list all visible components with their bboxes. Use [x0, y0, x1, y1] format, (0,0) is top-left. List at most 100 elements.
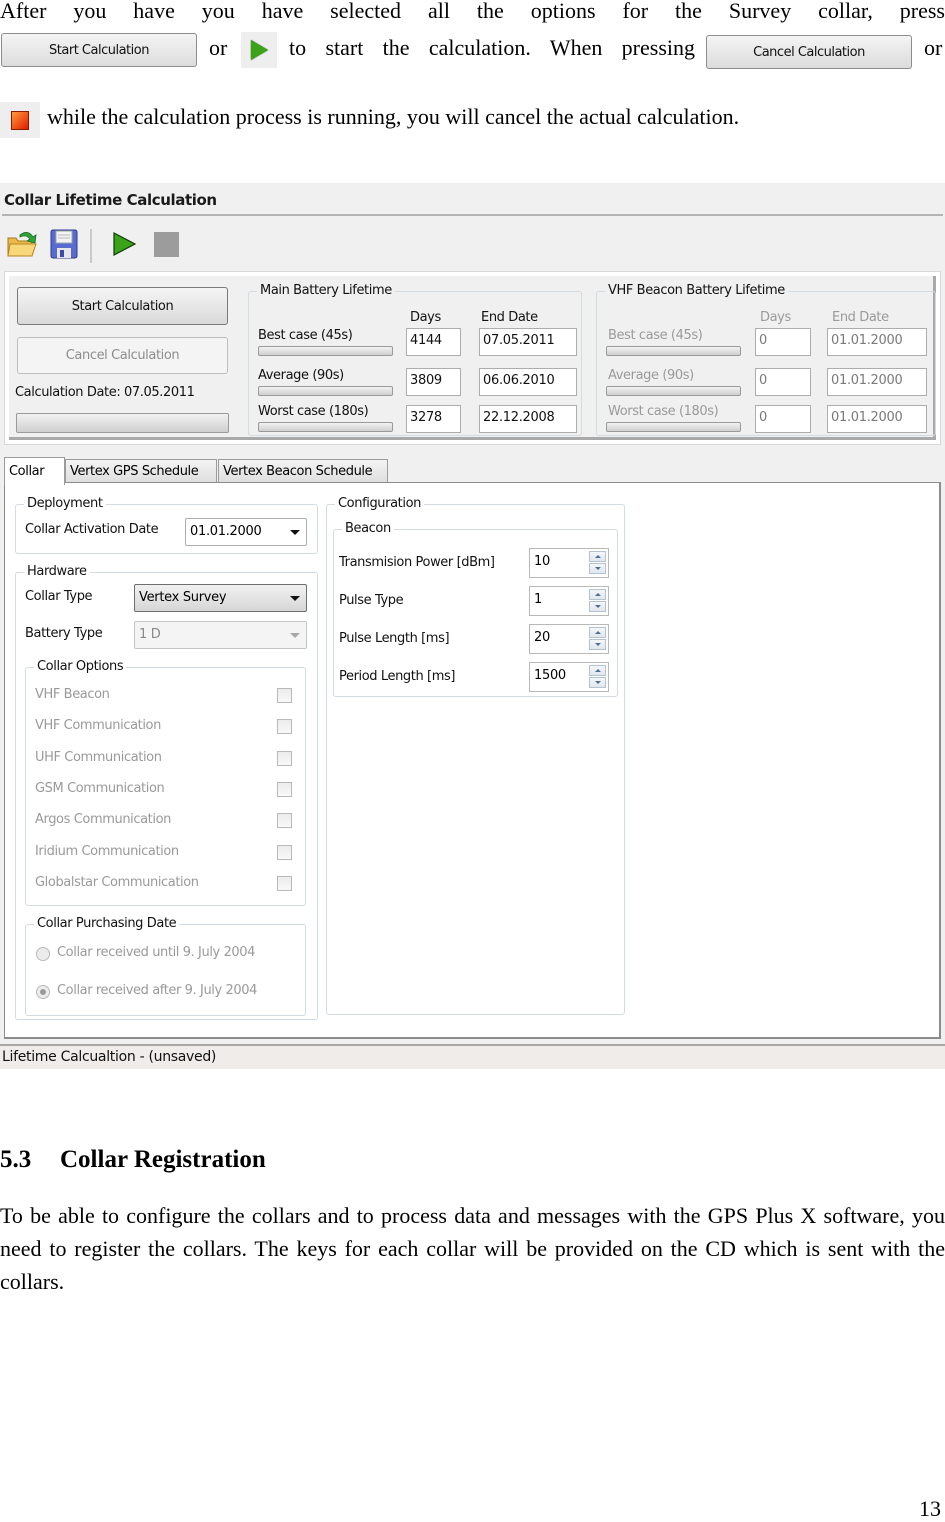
vhf-battery-group: VHF Beacon Battery Lifetime Days End Dat…: [596, 283, 936, 436]
option-iridium-communication-label: Iridium Communication: [35, 844, 179, 859]
pulse-type-label: Pulse Type: [339, 593, 404, 608]
start-calculation-button-image: Start Calculation: [1, 33, 197, 67]
save-icon[interactable]: [47, 227, 81, 261]
vhf-average-label: Average (90s): [608, 368, 694, 383]
option-iridium-communication-checkbox[interactable]: [277, 845, 292, 860]
intro-line-1: After you have you have selected all the…: [0, 0, 945, 23]
option-vhf-beacon-label: VHF Beacon: [35, 687, 110, 702]
results-panel: Start Calculation Cancel Calculation Cal…: [4, 271, 941, 445]
status-text: Lifetime Calcualtion - (unsaved): [2, 1049, 217, 1065]
collar-type-select[interactable]: Vertex Survey: [134, 584, 307, 612]
vhf-worst-case-end-date[interactable]: 01.01.2000: [827, 405, 927, 433]
tab-bar: Collar Vertex GPS Schedule Vertex Beacon…: [4, 457, 604, 485]
chevron-down-icon: [290, 596, 300, 601]
pulse-type-value: 1: [534, 592, 542, 607]
pulse-length-spinner[interactable]: 20: [529, 624, 609, 654]
vhf-average-days[interactable]: 0: [755, 368, 811, 396]
intro-or-1: or: [209, 35, 228, 60]
option-uhf-communication-label: UHF Communication: [35, 750, 162, 765]
vhf-battery-title: VHF Beacon Battery Lifetime: [605, 283, 788, 298]
period-length-spinner[interactable]: 1500: [529, 662, 609, 692]
spin-down-icon[interactable]: [589, 677, 606, 688]
vhf-average-end-date[interactable]: 01.01.2000: [827, 368, 927, 396]
option-vhf-beacon-checkbox[interactable]: [277, 688, 292, 703]
spin-down-icon[interactable]: [589, 563, 606, 574]
activation-date-picker[interactable]: 01.01.2000: [185, 518, 307, 546]
period-length-label: Period Length [ms]: [339, 669, 456, 684]
vhf-end-date-header: End Date: [832, 310, 889, 325]
tab-collar[interactable]: Collar: [4, 457, 65, 485]
section-number: 5.3: [0, 1146, 32, 1173]
received-after-label: Collar received after 9. July 2004: [57, 983, 258, 998]
toolbar: [0, 219, 945, 265]
average-end-date[interactable]: 06.06.2010: [479, 368, 577, 396]
received-after-radio[interactable]: [36, 985, 50, 999]
collar-tab-panel: Deployment Collar Activation Date 01.01.…: [4, 482, 941, 1039]
collar-type-value: Vertex Survey: [139, 590, 227, 605]
end-date-header: End Date: [481, 310, 538, 325]
average-progress: [258, 386, 393, 396]
vhf-worst-case-progress: [606, 422, 741, 432]
vhf-best-case-days[interactable]: 0: [755, 328, 811, 356]
vhf-days-header: Days: [760, 310, 791, 325]
pulse-length-label: Pulse Length [ms]: [339, 631, 450, 646]
spin-up-icon[interactable]: [589, 665, 606, 676]
beacon-title: Beacon: [342, 521, 394, 536]
worst-case-end-date[interactable]: 22.12.2008: [479, 405, 577, 433]
chevron-down-icon: [290, 530, 300, 535]
section-title: Collar Registration: [60, 1146, 266, 1173]
start-calculation-button[interactable]: Start Calculation: [17, 287, 228, 325]
spin-down-icon[interactable]: [589, 639, 606, 650]
option-globalstar-communication-checkbox[interactable]: [277, 876, 292, 891]
spin-up-icon[interactable]: [589, 627, 606, 638]
transmission-power-value: 10: [534, 554, 550, 569]
hardware-title: Hardware: [24, 564, 90, 579]
spin-up-icon[interactable]: [589, 551, 606, 562]
best-case-end-date[interactable]: 07.05.2011: [479, 328, 577, 356]
configuration-title: Configuration: [335, 496, 424, 511]
main-battery-group: Main Battery Lifetime Days End Date Best…: [248, 283, 582, 436]
stop-icon[interactable]: [149, 227, 183, 261]
pulse-length-value: 20: [534, 630, 550, 645]
days-header: Days: [410, 310, 441, 325]
transmission-power-spinner[interactable]: 10: [529, 548, 609, 578]
option-argos-communication-checkbox[interactable]: [277, 813, 292, 828]
option-vhf-communication-checkbox[interactable]: [277, 719, 292, 734]
vhf-worst-case-days[interactable]: 0: [755, 405, 811, 433]
play-icon[interactable]: [107, 227, 141, 261]
open-folder-icon[interactable]: [5, 227, 39, 261]
collar-lifetime-window: Collar Lifetime Calculation Start Calcul…: [0, 183, 945, 1069]
tab-vertex-gps-schedule[interactable]: Vertex GPS Schedule: [65, 459, 217, 483]
worst-case-label: Worst case (180s): [258, 404, 369, 419]
toolbar-separator: [90, 229, 92, 263]
average-label: Average (90s): [258, 368, 344, 383]
status-bar: Lifetime Calcualtion - (unsaved): [0, 1044, 945, 1069]
tab-vertex-beacon-schedule[interactable]: Vertex Beacon Schedule: [218, 459, 388, 483]
deployment-title: Deployment: [24, 496, 106, 511]
window-title: Collar Lifetime Calculation: [4, 191, 217, 209]
option-uhf-communication-checkbox[interactable]: [277, 751, 292, 766]
best-case-days[interactable]: 4144: [406, 328, 461, 356]
option-globalstar-communication-label: Globalstar Communication: [35, 875, 199, 890]
best-case-progress: [258, 346, 393, 356]
received-until-radio[interactable]: [36, 947, 50, 961]
intro-line-3: while the calculation process is running…: [47, 104, 740, 129]
worst-case-days[interactable]: 3278: [406, 405, 461, 433]
option-vhf-communication-label: VHF Communication: [35, 718, 161, 733]
option-gsm-communication-checkbox[interactable]: [277, 782, 292, 797]
cancel-calculation-button[interactable]: Cancel Calculation: [17, 337, 228, 374]
calculation-progress-bar: [16, 413, 229, 433]
battery-type-select[interactable]: 1 D: [134, 621, 307, 649]
vhf-best-case-end-date[interactable]: 01.01.2000: [827, 328, 927, 356]
worst-case-progress: [258, 422, 393, 432]
section-heading: 5.3 Collar Registration: [0, 1146, 266, 1174]
vhf-best-case-progress: [606, 346, 741, 356]
pulse-type-spinner[interactable]: 1: [529, 586, 609, 616]
collar-options-group: Collar Options VHF Beacon VHF Communicat…: [25, 659, 306, 906]
purchasing-date-group: Collar Purchasing Date Collar received u…: [25, 916, 306, 1016]
section-body: To be able to configure the collars and …: [0, 1203, 945, 1294]
spin-down-icon[interactable]: [589, 601, 606, 612]
vhf-average-progress: [606, 386, 741, 396]
spin-up-icon[interactable]: [589, 589, 606, 600]
average-days[interactable]: 3809: [406, 368, 461, 396]
